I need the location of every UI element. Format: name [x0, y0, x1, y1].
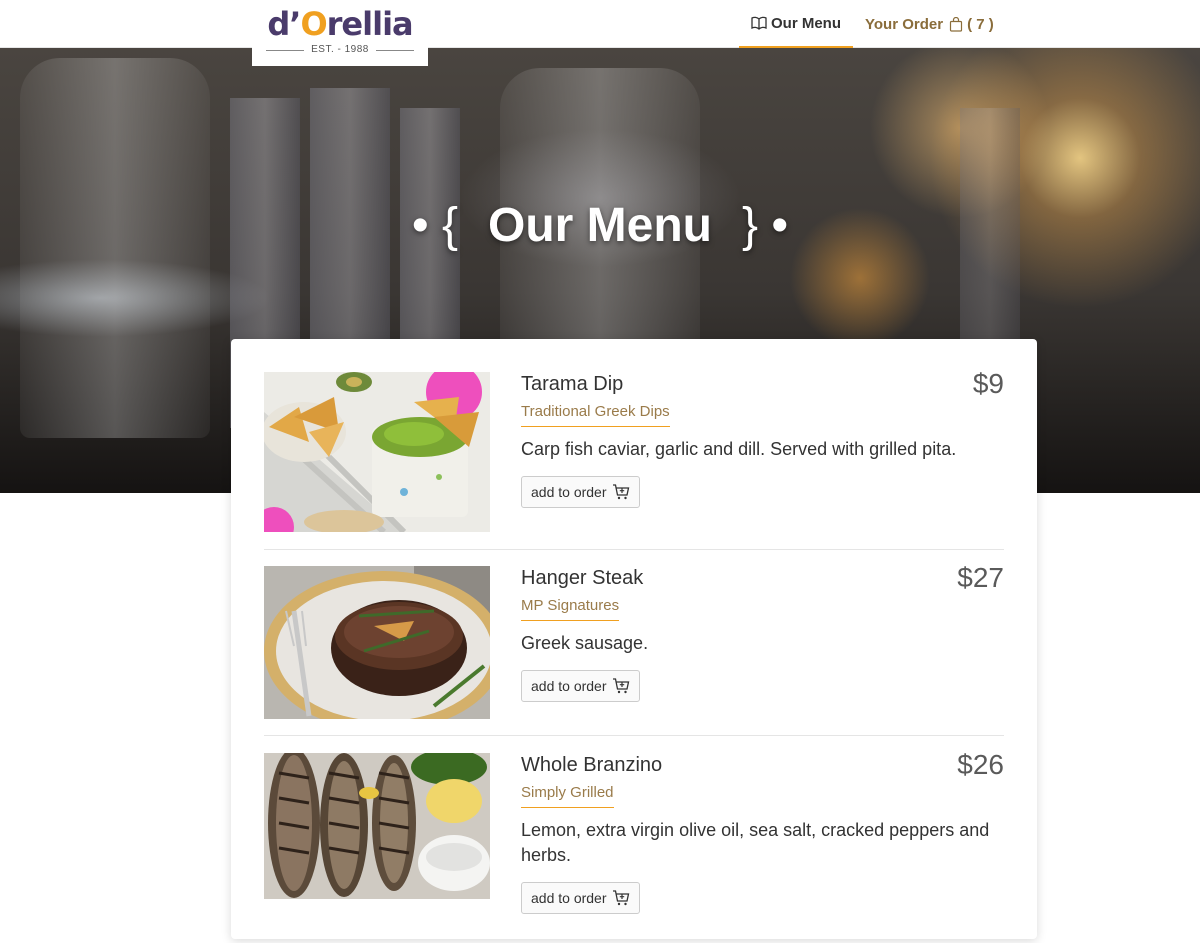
item-name: Whole Branzino — [521, 754, 663, 776]
menu-item: Whole Branzino Simply Grilled $26 Lemon,… — [264, 749, 1004, 943]
item-price: $26 — [957, 749, 1004, 780]
item-divider — [264, 735, 1004, 736]
menu-item-info: Tarama Dip Traditional Greek Dips $9 Car… — [521, 368, 1004, 508]
item-divider — [264, 549, 1004, 550]
hero-title: • { Our Menu } • — [0, 198, 1200, 253]
add-to-order-button[interactable]: add to order — [521, 476, 640, 508]
main-nav: Our Menu Your Order ( 7 ) — [739, 0, 1006, 48]
book-icon — [751, 16, 767, 30]
add-to-order-label: add to order — [531, 484, 607, 500]
logo-wordmark: d’Orellia — [267, 5, 413, 43]
menu-item-info: Hanger Steak MP Signatures $27 Greek sau… — [521, 562, 1004, 702]
add-to-order-button[interactable]: add to order — [521, 670, 640, 702]
brand-logo[interactable]: d’Orellia EST. - 1988 — [252, 0, 428, 66]
menu-card: Tarama Dip Traditional Greek Dips $9 Car… — [231, 339, 1037, 939]
item-price: $9 — [972, 368, 1004, 399]
menu-item: Hanger Steak MP Signatures $27 Greek sau… — [264, 562, 1004, 719]
item-category: Simply Grilled — [521, 779, 614, 808]
dip-photo — [264, 372, 490, 532]
order-count: ( 7 ) — [967, 15, 994, 33]
item-name: Tarama Dip — [521, 373, 624, 395]
item-name: Hanger Steak — [521, 567, 644, 589]
top-navbar: Our Menu Your Order ( 7 ) — [0, 0, 1200, 48]
nav-our-menu-label: Our Menu — [771, 14, 841, 32]
item-price: $27 — [957, 562, 1004, 593]
nav-your-order[interactable]: Your Order ( 7 ) — [853, 0, 1006, 48]
cart-plus-icon — [612, 678, 629, 694]
nav-your-order-label: Your Order — [865, 15, 944, 33]
item-description: Lemon, extra virgin olive oil, sea salt,… — [521, 820, 990, 865]
add-to-order-label: add to order — [531, 678, 607, 694]
add-to-order-button[interactable]: add to order — [521, 882, 640, 914]
right-ornament: } • — [742, 199, 789, 252]
shopping-bag-icon — [949, 16, 963, 32]
hero-title-text: Our Menu — [488, 199, 712, 252]
left-ornament: • { — [411, 199, 458, 252]
cart-plus-icon — [612, 484, 629, 500]
fish-photo — [264, 753, 490, 899]
logo-established: EST. - 1988 — [252, 44, 428, 55]
item-description: Greek sausage. — [521, 633, 649, 653]
add-to-order-label: add to order — [531, 890, 607, 906]
item-category: Traditional Greek Dips — [521, 398, 670, 427]
menu-item-info: Whole Branzino Simply Grilled $26 Lemon,… — [521, 749, 1004, 914]
nav-our-menu[interactable]: Our Menu — [739, 0, 853, 48]
cart-plus-icon — [612, 890, 629, 906]
steak-photo — [264, 566, 490, 719]
item-description: Carp fish caviar, garlic and dill. Serve… — [521, 439, 957, 459]
menu-item: Tarama Dip Traditional Greek Dips $9 Car… — [264, 368, 1004, 532]
item-category: MP Signatures — [521, 592, 620, 621]
